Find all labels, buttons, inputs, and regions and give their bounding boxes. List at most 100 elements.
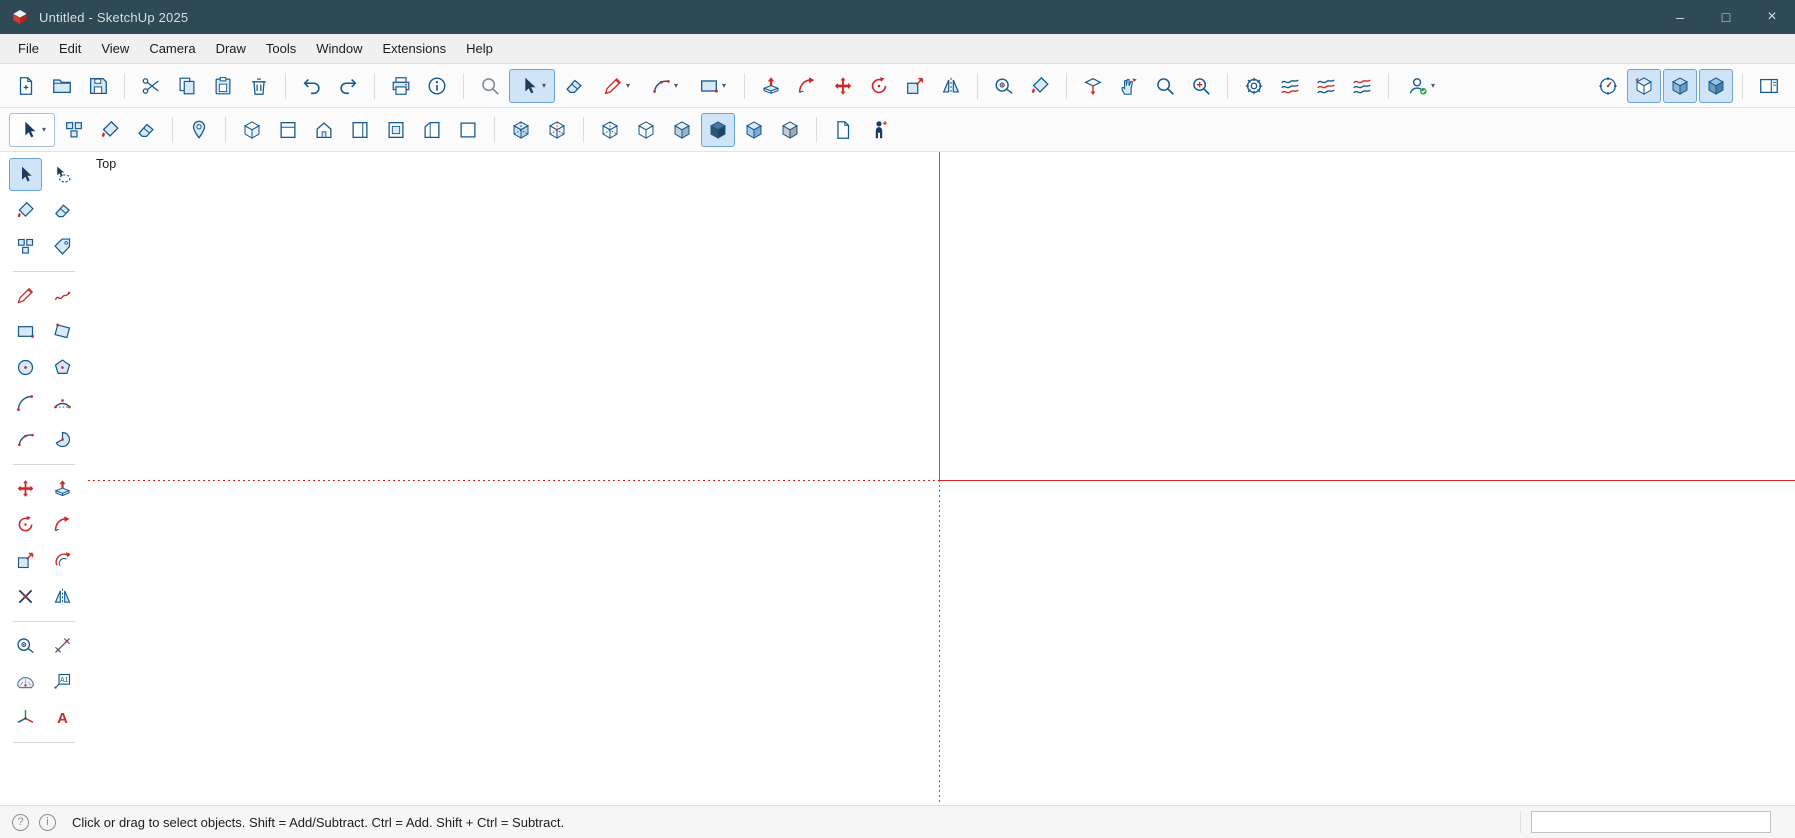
protractor-tool-button[interactable]: [9, 665, 42, 698]
eraser-button[interactable]: [129, 113, 163, 147]
eraser-tool-button[interactable]: [46, 194, 79, 227]
cut-button[interactable]: [134, 69, 168, 103]
dropdown-arrow-icon[interactable]: ▾: [674, 81, 678, 90]
save-button[interactable]: [81, 69, 115, 103]
walk-button[interactable]: [1112, 69, 1146, 103]
panels-toggle-button[interactable]: [1752, 69, 1786, 103]
line-tool-button[interactable]: [9, 279, 42, 312]
make-component-button[interactable]: [57, 113, 91, 147]
freehand-tool-button[interactable]: [46, 279, 79, 312]
copy-button[interactable]: [170, 69, 204, 103]
axes-tool-button[interactable]: [9, 701, 42, 734]
redo-button[interactable]: [331, 69, 365, 103]
dropdown-arrow-icon[interactable]: ▾: [1431, 81, 1435, 90]
search-button[interactable]: [473, 69, 507, 103]
eraser-button[interactable]: [557, 69, 591, 103]
arc-tool-button[interactable]: [9, 387, 42, 420]
wireframe-button[interactable]: [593, 113, 627, 147]
hidden-line-button[interactable]: [629, 113, 663, 147]
three-point-arc-tool-button[interactable]: [9, 423, 42, 456]
back-edges-button[interactable]: [540, 113, 574, 147]
view-mode-2-button[interactable]: [1663, 69, 1697, 103]
front-view-button[interactable]: [307, 113, 341, 147]
window-close-button[interactable]: ×: [1749, 0, 1795, 34]
right-view-button[interactable]: [343, 113, 377, 147]
offset-tool-button[interactable]: [46, 544, 79, 577]
print-button[interactable]: [384, 69, 418, 103]
rectangle-tool-button[interactable]: [9, 315, 42, 348]
bottom-view-button[interactable]: [451, 113, 485, 147]
intersect-tool-button[interactable]: [9, 580, 42, 613]
line-button[interactable]: ▾: [593, 69, 639, 103]
menu-help[interactable]: Help: [456, 37, 503, 60]
rectangle-button[interactable]: ▾: [689, 69, 735, 103]
scale-figure-button[interactable]: [862, 113, 896, 147]
lasso-tool-button[interactable]: [46, 158, 79, 191]
arcs-button[interactable]: ▾: [641, 69, 687, 103]
shaded-button[interactable]: [665, 113, 699, 147]
x-ray-button[interactable]: [504, 113, 538, 147]
two-point-arc-tool-button[interactable]: [46, 387, 79, 420]
scale-tool-button[interactable]: [9, 544, 42, 577]
sandbox-from-scratch-button[interactable]: [1309, 69, 1343, 103]
rotate-tool-button[interactable]: [9, 508, 42, 541]
paste-button[interactable]: [206, 69, 240, 103]
dropdown-arrow-icon[interactable]: ▾: [722, 81, 726, 90]
window-maximize-button[interactable]: □: [1703, 0, 1749, 34]
select-button[interactable]: ▾: [9, 113, 55, 147]
left-view-button[interactable]: [415, 113, 449, 147]
polygon-tool-button[interactable]: [46, 351, 79, 384]
extension-manager-button[interactable]: [1237, 69, 1271, 103]
view-mode-3-button[interactable]: [1699, 69, 1733, 103]
tag-tool-button[interactable]: [46, 230, 79, 263]
select-button[interactable]: ▾: [509, 69, 555, 103]
add-location-button[interactable]: [182, 113, 216, 147]
section-plane-button[interactable]: [1076, 69, 1110, 103]
measurements-input[interactable]: [1531, 811, 1771, 833]
orbit-compass-button[interactable]: [1591, 69, 1625, 103]
iso-view-button[interactable]: [235, 113, 269, 147]
dimension-tool-button[interactable]: [46, 629, 79, 662]
zoom-extents-button[interactable]: [1184, 69, 1218, 103]
3d-text-tool-button[interactable]: A: [46, 701, 79, 734]
paint-bucket-button[interactable]: [93, 113, 127, 147]
flip-tool-button[interactable]: [46, 580, 79, 613]
status-info-icon[interactable]: i: [39, 814, 56, 831]
photoreal-button[interactable]: [737, 113, 771, 147]
window-minimize-button[interactable]: –: [1657, 0, 1703, 34]
menu-draw[interactable]: Draw: [206, 37, 256, 60]
tape-measure-button[interactable]: [987, 69, 1021, 103]
scale-button[interactable]: [898, 69, 932, 103]
tape-measure-tool-button[interactable]: [9, 629, 42, 662]
follow-me-tool-button[interactable]: [46, 508, 79, 541]
zoom-button[interactable]: [1148, 69, 1182, 103]
move-button[interactable]: [826, 69, 860, 103]
follow-me-button[interactable]: [790, 69, 824, 103]
monochrome-button[interactable]: [773, 113, 807, 147]
menu-extensions[interactable]: Extensions: [373, 37, 457, 60]
model-info-button[interactable]: [420, 69, 454, 103]
sandbox-from-contours-button[interactable]: [1273, 69, 1307, 103]
view-mode-1-button[interactable]: [1627, 69, 1661, 103]
menu-window[interactable]: Window: [306, 37, 372, 60]
menu-file[interactable]: File: [8, 37, 49, 60]
scene-page-button[interactable]: [826, 113, 860, 147]
paint-bucket-button[interactable]: [1023, 69, 1057, 103]
menu-camera[interactable]: Camera: [139, 37, 205, 60]
back-view-button[interactable]: [379, 113, 413, 147]
pie-tool-button[interactable]: [46, 423, 79, 456]
text-tool-button[interactable]: A1: [46, 665, 79, 698]
flip-button[interactable]: [934, 69, 968, 103]
menu-view[interactable]: View: [91, 37, 139, 60]
menu-tools[interactable]: Tools: [256, 37, 306, 60]
paint-bucket-tool-button[interactable]: [9, 194, 42, 227]
circle-tool-button[interactable]: [9, 351, 42, 384]
delete-button[interactable]: [242, 69, 276, 103]
shaded-with-textures-button[interactable]: [701, 113, 735, 147]
dropdown-arrow-icon[interactable]: ▾: [42, 125, 46, 134]
new-button[interactable]: [9, 69, 43, 103]
top-view-button[interactable]: [271, 113, 305, 147]
modeling-viewport[interactable]: Top: [88, 152, 1795, 805]
account-sign-in-button[interactable]: ▾: [1398, 69, 1444, 103]
menu-edit[interactable]: Edit: [49, 37, 91, 60]
